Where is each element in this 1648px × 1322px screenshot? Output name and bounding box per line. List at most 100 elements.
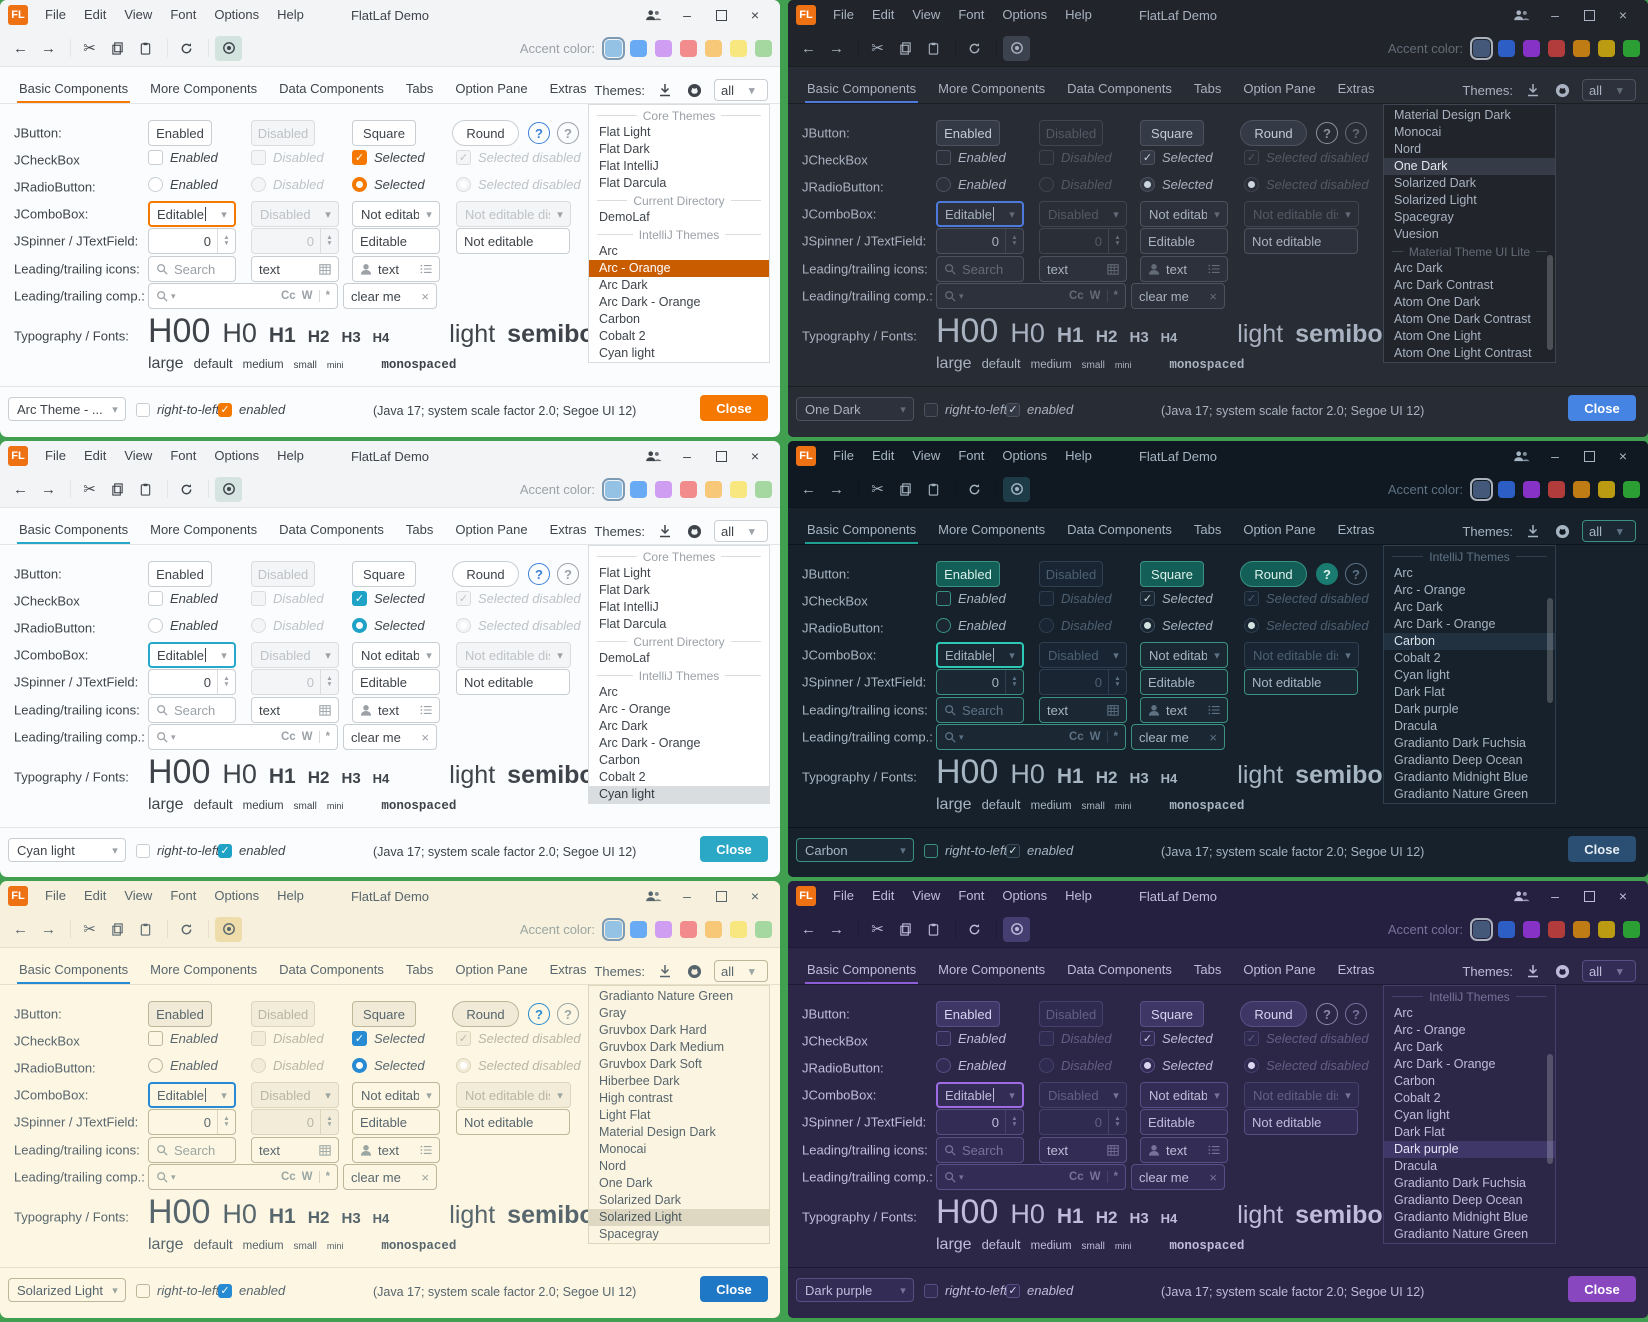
theme-list-item[interactable]: Gray xyxy=(589,1005,769,1022)
list-icon[interactable] xyxy=(1208,263,1220,275)
tab-more-components[interactable]: More Components xyxy=(927,76,1056,103)
chevron-down-icon[interactable]: ▾ xyxy=(171,291,176,302)
checkbox-selected[interactable]: ✓Selected xyxy=(352,1031,425,1046)
menu-view[interactable]: View xyxy=(115,441,161,471)
menu-view[interactable]: View xyxy=(903,441,949,471)
theme-list-item[interactable]: Flat Light xyxy=(589,124,769,141)
spinner-down-icon[interactable]: ▼ xyxy=(1011,682,1017,688)
theme-combobox[interactable]: Solarized Light ▾ xyxy=(8,1278,126,1302)
accent-swatch[interactable] xyxy=(1623,40,1640,57)
accent-swatch[interactable] xyxy=(680,921,697,938)
list-icon[interactable] xyxy=(420,1144,432,1156)
paste-icon[interactable] xyxy=(133,36,158,61)
search-options-field[interactable]: ▾ Cc W * xyxy=(148,724,338,750)
theme-combobox[interactable]: Cyan light ▾ xyxy=(8,838,126,862)
theme-list-item[interactable]: Arc - Orange xyxy=(1384,1022,1555,1039)
theme-combobox[interactable]: Dark purple ▾ xyxy=(796,1278,914,1302)
help-icon[interactable]: ? xyxy=(1345,563,1367,585)
tab-tabs[interactable]: Tabs xyxy=(395,517,444,544)
cut-icon[interactable]: ✂ xyxy=(865,477,890,502)
accent-swatch[interactable] xyxy=(680,40,697,57)
accent-swatch[interactable] xyxy=(1473,40,1490,57)
list-icon[interactable] xyxy=(420,704,432,716)
spinner-arrows[interactable]: ▲▼ xyxy=(1005,229,1023,253)
menu-help[interactable]: Help xyxy=(1056,441,1101,471)
download-icon[interactable] xyxy=(656,962,674,980)
themes-filter-combo[interactable]: all ▾ xyxy=(714,520,768,542)
theme-list-item[interactable]: Solarized Light xyxy=(589,1209,769,1226)
theme-list-item[interactable]: Solarized Dark xyxy=(589,1192,769,1209)
forward-icon[interactable]: → xyxy=(36,477,61,502)
help-icon[interactable]: ? xyxy=(528,122,550,144)
clearable-field[interactable]: clear me × xyxy=(1131,1164,1225,1190)
theme-list-item[interactable]: Light Flat xyxy=(589,1107,769,1124)
download-icon[interactable] xyxy=(1524,962,1542,980)
menu-edit[interactable]: Edit xyxy=(75,0,115,30)
radio-enabled[interactable]: Enabled xyxy=(936,618,1006,633)
maximize-button[interactable] xyxy=(1572,443,1606,469)
right-to-left-checkbox[interactable]: right-to-left xyxy=(136,843,219,858)
user-field[interactable]: text xyxy=(1140,697,1228,723)
menu-font[interactable]: Font xyxy=(161,0,205,30)
tab-basic-components[interactable]: Basic Components xyxy=(796,76,927,103)
theme-list-item[interactable]: Cyan light xyxy=(589,345,769,362)
whole-words-icon[interactable]: W xyxy=(1090,290,1101,302)
calendar-icon[interactable] xyxy=(319,263,331,275)
spinner-arrows[interactable]: ▲▼ xyxy=(1005,1110,1023,1134)
search-field[interactable]: Search xyxy=(148,697,236,723)
close-window-button[interactable]: × xyxy=(1606,443,1640,469)
close-button[interactable]: Close xyxy=(1568,1276,1636,1302)
regex-icon[interactable]: * xyxy=(326,290,330,302)
menu-file[interactable]: File xyxy=(36,0,75,30)
enabled-button[interactable]: Enabled xyxy=(148,561,212,587)
date-field[interactable]: text xyxy=(251,697,339,723)
spinner-down-icon[interactable]: ▼ xyxy=(1011,1122,1017,1128)
editable-combobox[interactable]: Editable ▾ xyxy=(148,642,236,668)
chevron-down-icon[interactable]: ▾ xyxy=(959,291,964,302)
tab-more-components[interactable]: More Components xyxy=(927,517,1056,544)
inspect-eye-icon[interactable] xyxy=(1003,917,1030,942)
accent-swatch[interactable] xyxy=(1498,921,1515,938)
theme-list-item[interactable]: Gruvbox Dark Medium xyxy=(589,1039,769,1056)
search-field[interactable]: Search xyxy=(936,697,1024,723)
menu-file[interactable]: File xyxy=(824,0,863,30)
users-icon[interactable] xyxy=(1504,2,1538,28)
search-field[interactable]: Search xyxy=(148,1137,236,1163)
editable-combobox[interactable]: Editable ▾ xyxy=(148,201,236,227)
github-icon[interactable] xyxy=(1553,962,1571,980)
menu-file[interactable]: File xyxy=(36,881,75,911)
tab-more-components[interactable]: More Components xyxy=(139,76,268,103)
paste-icon[interactable] xyxy=(133,917,158,942)
scrollbar-thumb[interactable] xyxy=(1547,1054,1553,1164)
accent-swatch[interactable] xyxy=(630,40,647,57)
close-window-button[interactable]: × xyxy=(1606,883,1640,909)
date-field[interactable]: text xyxy=(1039,256,1127,282)
theme-list-item[interactable]: Carbon xyxy=(1384,1073,1555,1090)
theme-list-item[interactable]: Arc - Orange xyxy=(1384,582,1555,599)
accent-swatch[interactable] xyxy=(1523,481,1540,498)
copy-icon[interactable] xyxy=(893,36,918,61)
theme-list-item[interactable]: Cobalt 2 xyxy=(589,328,769,345)
not-editable-combobox[interactable]: Not editable ▾ xyxy=(1140,1082,1228,1108)
accent-swatch[interactable] xyxy=(1473,481,1490,498)
tab-extras[interactable]: Extras xyxy=(539,517,598,544)
copy-icon[interactable] xyxy=(893,917,918,942)
theme-list-item[interactable]: Arc xyxy=(589,684,769,701)
help-icon[interactable]: ? xyxy=(1316,563,1338,585)
help-icon[interactable]: ? xyxy=(1345,122,1367,144)
clear-icon[interactable]: × xyxy=(421,1170,429,1185)
chevron-down-icon[interactable]: ▾ xyxy=(419,1089,439,1102)
menu-view[interactable]: View xyxy=(115,881,161,911)
round-button[interactable]: Round xyxy=(1240,120,1307,146)
github-icon[interactable] xyxy=(685,962,703,980)
tab-tabs[interactable]: Tabs xyxy=(395,957,444,984)
help-icon[interactable]: ? xyxy=(528,563,550,585)
enabled-button[interactable]: Enabled xyxy=(148,120,212,146)
whole-words-icon[interactable]: W xyxy=(302,290,313,302)
match-case-icon[interactable]: Cc xyxy=(281,290,296,302)
theme-list-item[interactable]: Carbon xyxy=(589,752,769,769)
menu-file[interactable]: File xyxy=(824,881,863,911)
paste-icon[interactable] xyxy=(921,917,946,942)
radio-enabled[interactable]: Enabled xyxy=(148,1058,218,1073)
not-editable-combobox[interactable]: Not editable ▾ xyxy=(352,642,440,668)
